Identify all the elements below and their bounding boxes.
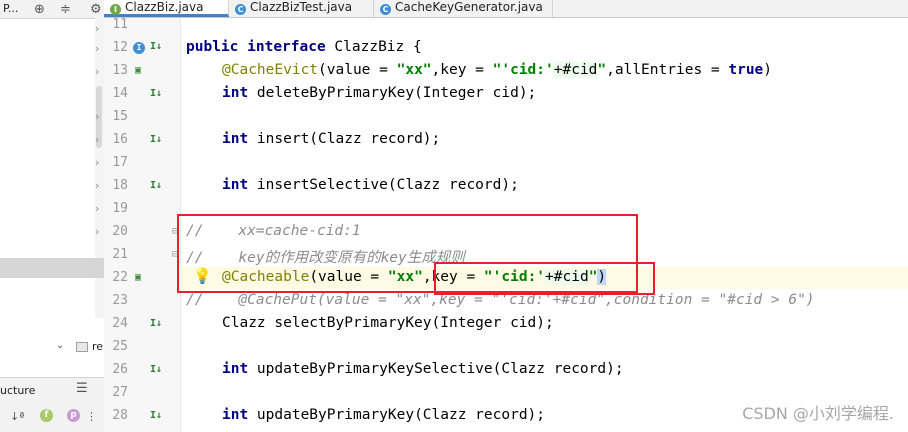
line-number: 13 (112, 63, 128, 78)
watermark: CSDN @小刘学编程. (742, 404, 894, 423)
property-icon[interactable]: p (67, 409, 80, 422)
line-number: 25 (112, 339, 128, 354)
line-number: 14 (112, 86, 128, 101)
chevron-right-icon[interactable]: › (95, 156, 99, 169)
structure-panel-title[interactable]: ucture (0, 384, 35, 397)
tab-label: ClazzBizTest.java (250, 0, 353, 14)
chevron-down-icon[interactable]: ⌄ (56, 340, 64, 351)
line-number: 20 (112, 224, 128, 239)
class-icon: C (235, 4, 246, 15)
navigate-impl-icon[interactable]: I↓ (150, 134, 163, 147)
navigate-impl-icon[interactable]: I↓ (150, 180, 163, 193)
line-number: 27 (112, 385, 128, 400)
code-line-26[interactable]: int updateByPrimaryKeySelective(Clazz re… (222, 361, 624, 377)
sort-icon[interactable]: ↓ª (10, 410, 24, 423)
interface-icon: I (110, 4, 121, 15)
line-number: 24 (112, 316, 128, 331)
line-number: 28 (112, 408, 128, 423)
selected-tree-row[interactable] (0, 258, 104, 278)
line-number: 21 (112, 247, 128, 262)
target-icon[interactable]: ⊕ (34, 2, 45, 17)
line-number: 18 (112, 178, 128, 193)
code-line-16[interactable]: int insert(Clazz record); (222, 131, 440, 147)
tab-clazzbiztest[interactable]: C ClazzBizTest.java (229, 0, 374, 17)
code-line-14[interactable]: int deleteByPrimaryKey(Integer cid); (222, 85, 536, 101)
spring-bean-icon[interactable]: ▣ (135, 65, 141, 76)
tree-item[interactable]: ⌄ re (52, 340, 104, 356)
chevron-right-icon[interactable]: › (95, 225, 99, 238)
line-number: 16 (112, 132, 128, 147)
navigate-impl-icon[interactable]: I↓ (150, 318, 163, 331)
editor-tabs: I ClazzBiz.java C ClazzBizTest.java C Cache… (104, 0, 908, 18)
line-number: 15 (112, 109, 128, 124)
tab-label: CacheKeyGenerator.java (395, 0, 543, 14)
project-panel: P... ⊕ ≑ ⚙ › › › › › › › › › ⌄ re ucture… (0, 0, 105, 432)
navigate-impl-icon[interactable]: I↓ (150, 41, 163, 54)
line-number: 19 (112, 201, 128, 216)
more-icon[interactable]: ⋮ (86, 410, 97, 423)
line-number: 11 (112, 17, 128, 32)
line-number: 26 (112, 362, 128, 377)
code-line-18[interactable]: int insertSelective(Clazz record); (222, 177, 519, 193)
folder-icon (76, 342, 88, 352)
project-panel-title[interactable]: P... (3, 2, 18, 15)
chevron-right-icon[interactable]: › (95, 179, 99, 192)
line-number: 23 (112, 293, 128, 308)
spring-bean-icon[interactable]: ▣ (135, 272, 141, 283)
tab-clazzbiz[interactable]: I ClazzBiz.java (104, 0, 229, 17)
highlight-box (434, 262, 655, 295)
code-line-24[interactable]: Clazz selectByPrimaryKey(Integer cid); (222, 315, 554, 331)
code-line-12[interactable]: public interface ClazzBiz { (186, 39, 422, 55)
filter-icon[interactable]: ≑ (60, 2, 71, 17)
gear-icon[interactable]: ⚙ (90, 2, 102, 17)
chevron-right-icon[interactable]: › (95, 22, 99, 35)
navigate-impl-icon[interactable]: I↓ (150, 410, 163, 423)
structure-panel: ucture ☰ ↓ª f p ⋮ (0, 377, 104, 432)
class-icon: C (380, 4, 391, 15)
navigate-impl-icon[interactable]: I↓ (150, 88, 163, 101)
project-panel-header: P... ⊕ ≑ ⚙ (0, 0, 104, 19)
field-icon[interactable]: f (40, 409, 53, 422)
code-line-28[interactable]: int updateByPrimaryKey(Clazz record); (222, 407, 545, 423)
code-line-13[interactable]: @CacheEvict(value = "xx",key = "'cid:'+#… (222, 62, 772, 78)
chevron-right-icon[interactable]: › (95, 110, 99, 123)
line-number: 12 (112, 40, 128, 55)
tab-cachekeygenerator[interactable]: C CacheKeyGenerator.java (374, 0, 553, 17)
chevron-right-icon[interactable]: › (95, 65, 99, 78)
line-number: 17 (112, 155, 128, 170)
implemented-icon[interactable]: I (133, 42, 145, 54)
chevron-right-icon[interactable]: › (95, 133, 99, 146)
line-number: 22 (112, 270, 128, 285)
tab-label: ClazzBiz.java (125, 0, 204, 14)
chevron-right-icon[interactable]: › (95, 42, 99, 55)
chevron-right-icon[interactable]: › (95, 202, 99, 215)
tree-item-label: re (92, 340, 104, 353)
settings-icon[interactable]: ☰ (76, 381, 88, 396)
navigate-impl-icon[interactable]: I↓ (150, 364, 163, 377)
